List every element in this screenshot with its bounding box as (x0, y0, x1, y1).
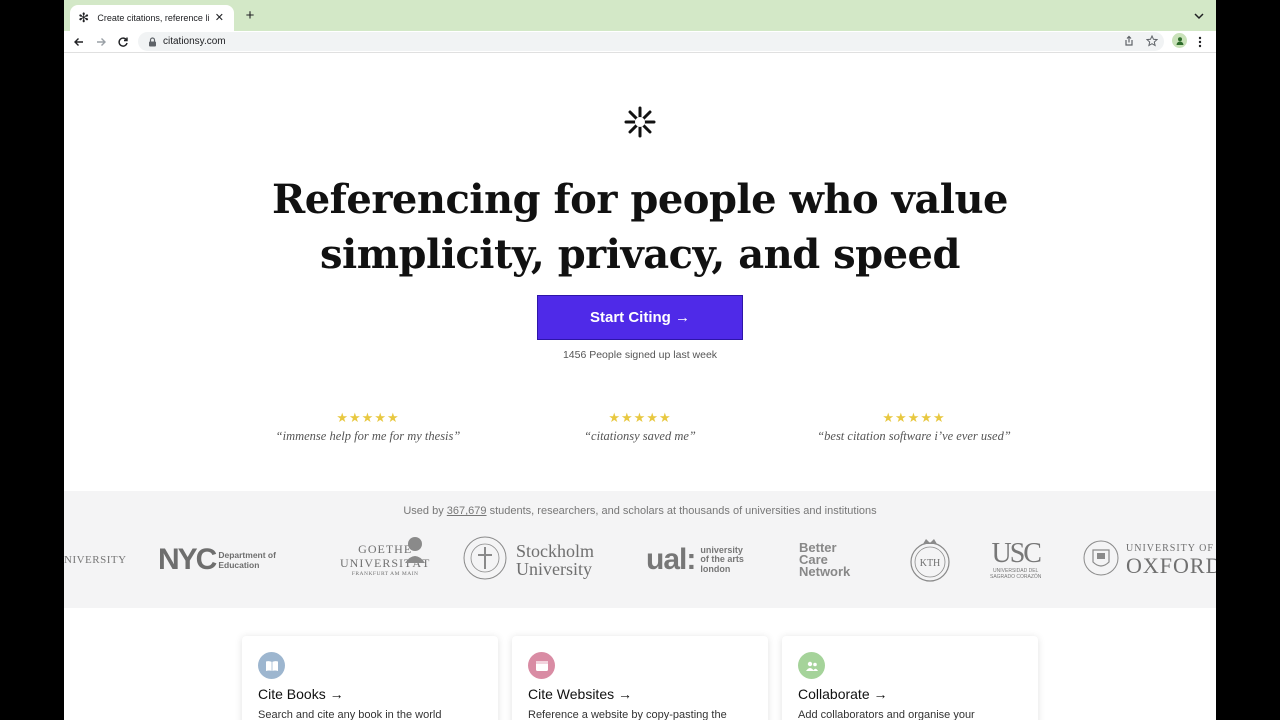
better-care-logo: Better Care Network (799, 540, 851, 579)
review-quote: “immense help for me for my thesis” (275, 429, 461, 443)
card-description: Reference a website by copy-pasting the (528, 709, 727, 720)
share-icon[interactable] (1122, 34, 1136, 48)
rating-stars: ★★★★★ (608, 410, 672, 425)
card-description: Search and cite any book in the world (258, 709, 442, 720)
citationsy-favicon-icon: ✻ (78, 10, 90, 25)
rating-stars: ★★★★★ (336, 410, 400, 425)
cite-websites-card[interactable]: Cite Websites → Reference a website by c… (512, 636, 768, 720)
lock-icon (148, 36, 158, 47)
rating-stars: ★★★★★ (882, 410, 946, 425)
collaborate-card[interactable]: Collaborate → Add collaborators and orga… (782, 636, 1038, 720)
tab-strip: ✻ Create citations, reference lists ✕ + (64, 0, 1216, 31)
ual-logo: ual: university of the arts london (646, 543, 744, 576)
profile-avatar-icon[interactable] (1172, 33, 1187, 48)
kth-logo: KTH (909, 535, 951, 585)
oxford-logo: UNIVERSITY OF OXFORD (1082, 535, 1216, 585)
address-bar[interactable]: citationsy.com (138, 32, 1164, 51)
nyc-doe-logo: NYC Department of Education (158, 543, 276, 576)
goethe-portrait-icon (400, 533, 430, 568)
tab-title: Create citations, reference lists (97, 13, 209, 23)
used-by-text: Used by 367,679 students, researchers, a… (403, 505, 877, 517)
browser-window: ✻ Create citations, reference lists ✕ + … (64, 0, 1216, 720)
review-quote: “citationsy saved me” (584, 429, 696, 443)
people-icon (798, 652, 825, 679)
hero-headline: Referencing for people who value simplic… (240, 172, 1040, 282)
letterbox-right (1216, 0, 1280, 720)
review-3: ★★★★★ “best citation software i’ve ever … (784, 410, 1044, 444)
institutions-band: Used by 367,679 students, researchers, a… (64, 491, 1216, 608)
citationsy-asterisk-logo-icon (620, 102, 660, 142)
letterbox-left (0, 0, 64, 720)
goethe-logo: GOETHE UNIVERSITÄT FRANKFURT AM MAIN (340, 535, 430, 585)
start-citing-button[interactable]: Start Citing → (537, 295, 743, 340)
cite-books-card[interactable]: Cite Books → Search and cite any book in… (242, 636, 498, 720)
forward-arrow-icon[interactable] (93, 34, 109, 50)
browser-window-icon (528, 652, 555, 679)
card-title: Collaborate → (798, 686, 888, 702)
page-content: Referencing for people who value simplic… (64, 54, 1216, 720)
headline-line-2: simplicity, privacy, and speed (320, 231, 960, 278)
review-2: ★★★★★ “citationsy saved me” (510, 410, 770, 444)
usc-logo: USC UNIVERSIDAD DEL SAGRADO CORAZÓN (990, 538, 1042, 581)
url-text: citationsy.com (163, 36, 226, 47)
review-1: ★★★★★ “immense help for me for my thesis… (238, 410, 498, 444)
card-title: Cite Books → (258, 686, 344, 702)
browser-menu-icon[interactable] (1194, 34, 1206, 50)
headline-line-1: Referencing for people who value (271, 176, 1009, 223)
browser-toolbar: citationsy.com (64, 31, 1216, 53)
oxford-crest-icon (1082, 537, 1120, 584)
stockholm-logo: Stockholm University (462, 535, 594, 585)
card-description: Add collaborators and organise your (798, 709, 975, 720)
university-partial-logo: NIVERSITY (64, 554, 127, 566)
back-arrow-icon[interactable] (71, 34, 87, 50)
new-tab-button[interactable]: + (242, 8, 258, 24)
close-tab-icon[interactable]: ✕ (213, 11, 226, 25)
card-title: Cite Websites → (528, 686, 632, 702)
review-quote: “best citation software i’ve ever used” (817, 429, 1011, 443)
bookmark-star-icon[interactable] (1145, 34, 1159, 48)
user-count-link[interactable]: 367,679 (447, 505, 487, 517)
tab-search-chevron-icon[interactable] (1192, 9, 1206, 23)
active-tab[interactable]: ✻ Create citations, reference lists ✕ (70, 5, 234, 31)
signups-count-text: 1456 People signed up last week (562, 349, 718, 361)
book-icon (258, 652, 285, 679)
stockholm-seal-icon (462, 535, 508, 586)
reload-icon[interactable] (115, 34, 131, 50)
